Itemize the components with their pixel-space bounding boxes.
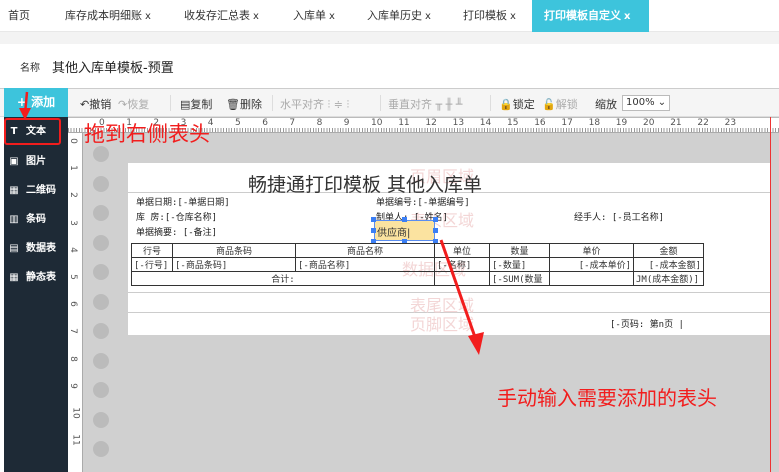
- annotation-arrows: [19, 91, 484, 355]
- arrow-icon: [439, 239, 484, 355]
- arrow-icon: [19, 91, 31, 120]
